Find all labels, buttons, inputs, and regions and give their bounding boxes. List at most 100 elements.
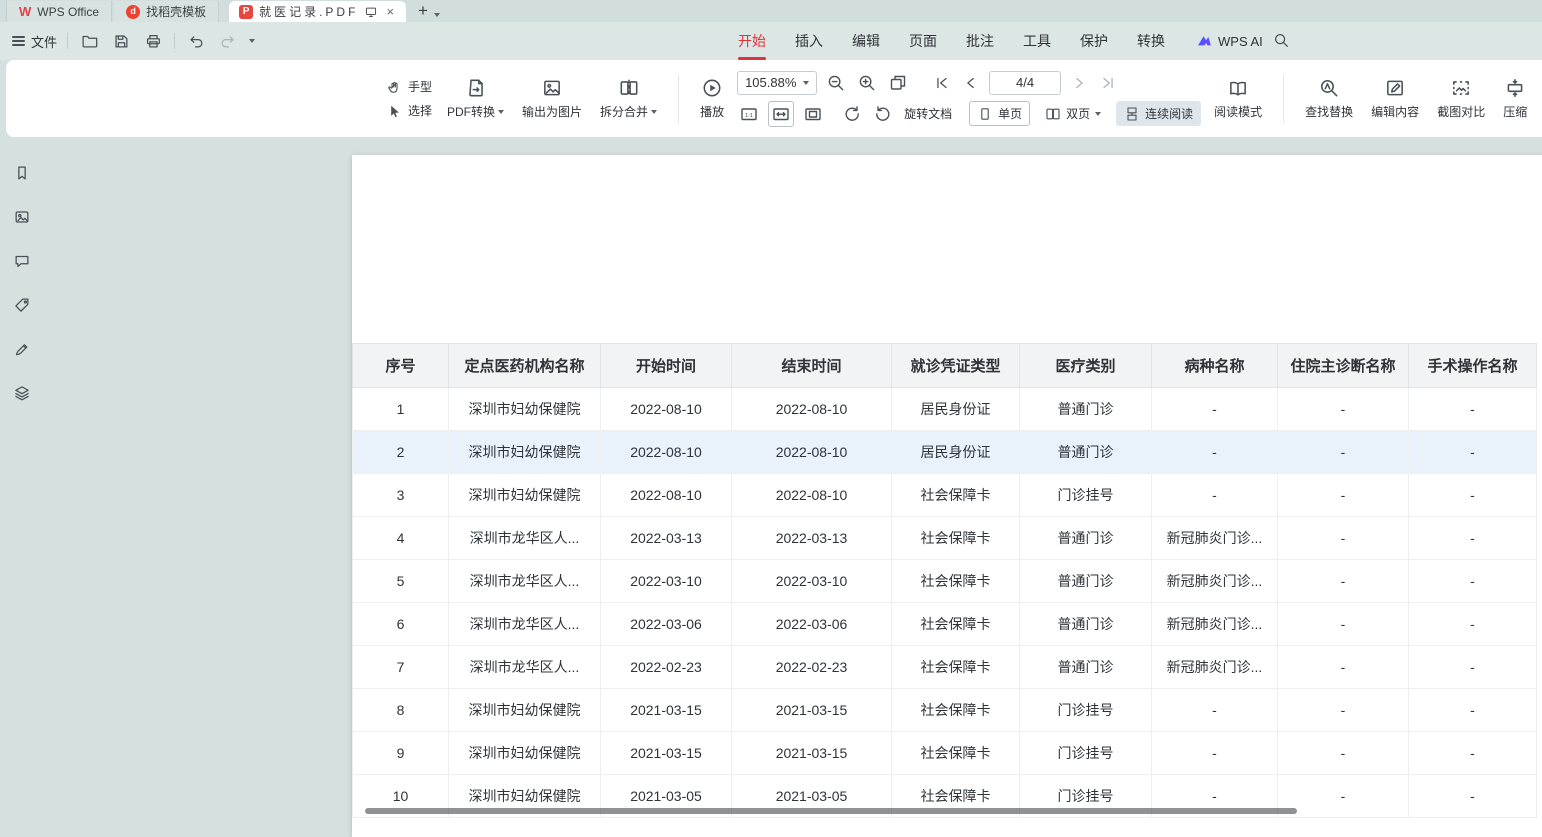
thumbnail-panel-icon[interactable] [11,206,33,228]
menu-tab-protect[interactable]: 保护 [1080,22,1108,60]
column-header: 手术操作名称 [1409,344,1537,388]
table-row: 8深圳市妇幼保健院2021-03-152021-03-15社会保障卡门诊挂号--… [353,689,1537,732]
split-merge-button[interactable]: 拆分合并 [591,73,666,124]
page-number-input[interactable]: 4/4 [989,71,1061,95]
select-tool-button[interactable]: 选择 [380,100,438,121]
column-header: 开始时间 [601,344,732,388]
chevron-down-icon [498,110,504,114]
column-header: 序号 [353,344,449,388]
split-merge-label: 拆分合并 [600,103,648,120]
continuous-reading-button[interactable]: 连续阅读 [1116,101,1201,126]
file-menu-button[interactable]: 文件 [12,32,57,51]
zoom-out-button[interactable] [824,71,848,95]
fit-page-button[interactable] [801,102,825,126]
table-cell: 深圳市龙华区人... [449,646,601,689]
redo-icon[interactable] [217,30,239,52]
double-page-label: 双页 [1066,105,1090,122]
first-page-button[interactable] [931,72,953,94]
last-page-button[interactable] [1097,72,1119,94]
search-icon[interactable] [1272,31,1290,54]
menu-tab-page[interactable]: 页面 [909,22,937,60]
find-replace-icon [1318,77,1340,99]
signature-panel-icon[interactable] [11,338,33,360]
toolbar-separator [678,75,679,123]
tabs-dropdown-icon[interactable] [434,13,440,17]
rotate-right-icon[interactable] [871,102,895,126]
hand-tool-button[interactable]: 手型 [380,76,438,97]
chevron-down-icon [651,110,657,114]
play-button[interactable]: 播放 [691,73,733,124]
docer-icon: d [126,5,140,19]
play-label: 播放 [700,103,724,120]
pdf-file-icon: P [239,5,253,19]
zoom-in-button[interactable] [855,71,879,95]
table-cell: - [1278,388,1409,431]
column-header: 定点医药机构名称 [449,344,601,388]
open-file-icon[interactable] [78,30,100,52]
table-cell: - [1409,517,1537,560]
menu-tab-home[interactable]: 开始 [738,22,766,60]
pdf-convert-button[interactable]: PDF转换 [438,73,513,124]
undo-icon[interactable] [185,30,207,52]
rotate-doc-label[interactable]: 旋转文档 [904,105,952,122]
new-tab-button[interactable]: + [418,1,428,21]
monitor-icon[interactable] [364,5,378,19]
find-replace-button[interactable]: 查找替换 [1296,73,1362,124]
tab-label: 就医记录.PDF [259,3,358,20]
undo-history-dropdown-icon[interactable] [249,39,255,43]
continuous-reading-icon [1124,106,1140,122]
tag-panel-icon[interactable] [11,294,33,316]
select-tool-label: 选择 [408,102,432,119]
find-replace-label: 查找替换 [1305,103,1353,120]
app-tab-docer-templates[interactable]: d 找稻壳模板 [114,1,219,22]
hand-tool-label: 手型 [408,78,432,95]
column-header: 病种名称 [1152,344,1278,388]
single-page-label: 单页 [998,105,1022,122]
table-cell: - [1409,646,1537,689]
menu-tab-convert[interactable]: 转换 [1137,22,1165,60]
table-cell: 5 [353,560,449,603]
menu-tab-edit[interactable]: 编辑 [852,22,880,60]
screenshot-compare-button[interactable]: 截图对比 [1428,73,1494,124]
single-page-button[interactable]: 单页 [969,101,1030,126]
comment-panel-icon[interactable] [11,250,33,272]
bookmark-panel-icon[interactable] [11,162,33,184]
menu-tab-tools[interactable]: 工具 [1023,22,1051,60]
table-cell: 9 [353,732,449,775]
actual-size-button[interactable]: 1:1 [737,102,761,126]
table-cell: - [1278,603,1409,646]
wps-ai-button[interactable]: WPS AI [1196,22,1263,60]
records-table-head-row: 序号定点医药机构名称开始时间结束时间就诊凭证类型医疗类别病种名称住院主诊断名称手… [353,344,1537,388]
column-header: 结束时间 [732,344,892,388]
pointer-tools-group: 手型 选择 [380,76,438,121]
table-cell: 普通门诊 [1020,388,1152,431]
previous-page-button[interactable] [960,72,982,94]
table-cell: 社会保障卡 [892,517,1020,560]
print-icon[interactable] [142,30,164,52]
table-cell: - [1152,474,1278,517]
rotate-left-icon[interactable] [840,102,864,126]
menu-tab-insert[interactable]: 插入 [795,22,823,60]
new-window-icon[interactable] [886,71,910,95]
table-row: 4深圳市龙华区人...2022-03-132022-03-13社会保障卡普通门诊… [353,517,1537,560]
horizontal-scrollbar[interactable] [365,808,1297,814]
table-cell: 2021-03-15 [732,689,892,732]
menu-bar: 文件 开始 插入 编辑 页面 批 [0,22,1542,60]
close-tab-icon[interactable]: × [384,4,396,19]
compress-button[interactable]: 压缩 [1494,73,1536,124]
app-tab-wps-office[interactable]: W WPS Office [6,1,112,22]
double-page-button[interactable]: 双页 [1037,101,1109,126]
fit-width-button[interactable] [768,101,794,127]
next-page-button[interactable] [1068,72,1090,94]
app-tab-document[interactable]: P 就医记录.PDF × [229,1,406,22]
table-cell: 3 [353,474,449,517]
zoom-level-select[interactable]: 105.88% [737,71,817,95]
export-image-button[interactable]: 输出为图片 [513,73,591,124]
save-icon[interactable] [110,30,132,52]
table-cell: 普通门诊 [1020,646,1152,689]
menu-tab-comment[interactable]: 批注 [966,22,994,60]
chevron-down-icon [1095,112,1101,116]
layers-panel-icon[interactable] [11,382,33,404]
read-mode-button[interactable]: 阅读模式 [1205,73,1271,124]
edit-content-button[interactable]: 编辑内容 [1362,73,1428,124]
